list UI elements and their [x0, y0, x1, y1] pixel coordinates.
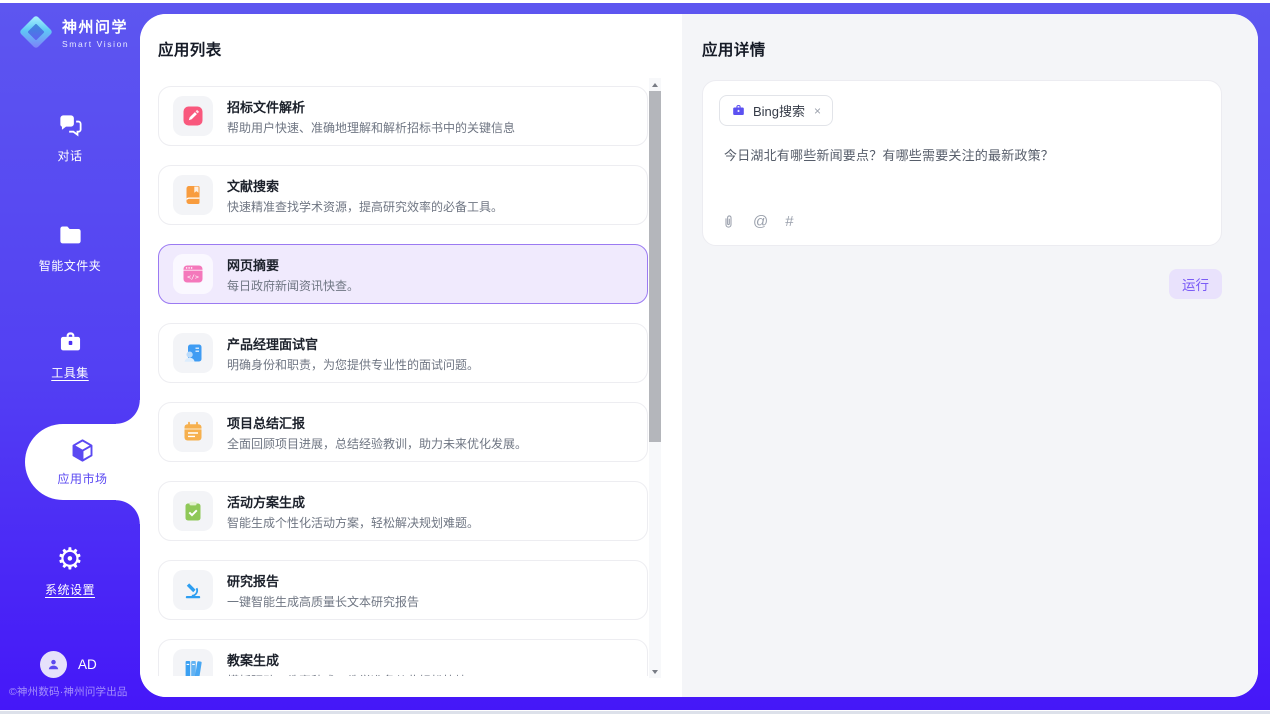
brand-logo: 神州问学 Smart Vision: [18, 14, 129, 50]
scrollbar-thumb[interactable]: [649, 91, 661, 442]
brand-name: 神州问学: [62, 16, 129, 37]
app-card-title: 项目总结汇报: [227, 413, 527, 432]
edit-square-icon: [173, 96, 213, 136]
app-card-4[interactable]: 产品经理面试官明确身份和职责，为您提供专业性的面试问题。: [158, 323, 648, 383]
app-card-description: 模板驱动，教案秒成，教学准备从此轻松快捷: [227, 672, 467, 677]
tool-tag-label: Bing搜索: [753, 101, 805, 120]
app-detail-title: 应用详情: [702, 38, 766, 60]
sidebar-item-4[interactable]: 应用市场: [25, 424, 140, 500]
app-frame: 神州问学 Smart Vision 对话智能文件夹工具集应用市场 ⚙ 系统设置 AD…: [0, 3, 1270, 710]
brand-diamond-icon: [18, 14, 54, 50]
microscope-icon: [173, 570, 213, 610]
app-detail-panel: 应用详情 Bing搜索 × 今日湖北有哪些新闻要点？有哪些需要关注的最新政策？ …: [682, 14, 1258, 697]
gear-icon: ⚙: [57, 546, 84, 573]
app-card-description: 帮助用户快速、准确地理解和解析招标书中的关键信息: [227, 119, 515, 136]
user-label: AD: [78, 657, 97, 672]
browser-code-icon: </>: [173, 254, 213, 294]
book-icon: [173, 175, 213, 215]
app-list-title: 应用列表: [158, 38, 222, 60]
avatar: [40, 651, 67, 678]
app-card-title: 研究报告: [227, 571, 419, 590]
scroll-down-button[interactable]: [649, 665, 661, 678]
sidebar-item-3[interactable]: 工具集: [0, 329, 140, 381]
app-card-7[interactable]: 研究报告一键智能生成高质量长文本研究报告: [158, 560, 648, 620]
tool-tag-bing-search[interactable]: Bing搜索 ×: [719, 95, 833, 126]
run-button[interactable]: 运行: [1169, 269, 1222, 299]
sidebar-item-1[interactable]: 对话: [0, 112, 140, 164]
app-card-description: 全面回顾项目进展，总结经验教训，助力未来优化发展。: [227, 435, 527, 452]
query-text: 今日湖北有哪些新闻要点？有哪些需要关注的最新政策？: [724, 145, 1054, 164]
scroll-down-icon: [652, 670, 658, 674]
paperclip-icon[interactable]: [721, 213, 736, 230]
chat-icon: [57, 112, 84, 139]
app-card-title: 教案生成: [227, 650, 467, 669]
app-card-title: 招标文件解析: [227, 97, 515, 116]
sidebar-item-label: 系统设置: [45, 581, 95, 598]
sidebar-item-label: 对话: [57, 147, 82, 164]
app-card-6[interactable]: 活动方案生成智能生成个性化活动方案，轻松解决规划难题。: [158, 481, 648, 541]
sidebar-item-label: 工具集: [51, 364, 89, 381]
app-card-title: 产品经理面试官: [227, 334, 479, 353]
close-icon[interactable]: ×: [814, 104, 821, 118]
app-card-3[interactable]: </> 网页摘要每日政府新闻资讯快查。: [158, 244, 648, 304]
cube-icon: [69, 437, 96, 464]
interview-icon: [173, 333, 213, 373]
person-icon: [46, 657, 61, 672]
app-list-panel: 应用列表 招标文件解析帮助用户快速、准确地理解和解析招标书中的关键信息文献搜索快…: [140, 14, 682, 697]
app-card-8[interactable]: 教案生成模板驱动，教案秒成，教学准备从此轻松快捷: [158, 639, 648, 676]
app-card-description: 快速精准查找学术资源，提高研究效率的必备工具。: [227, 198, 503, 215]
briefcase-icon: [731, 103, 746, 118]
input-toolbar: @#: [721, 213, 794, 230]
user-account[interactable]: AD: [40, 651, 97, 678]
sidebar-item-5[interactable]: ⚙ 系统设置: [0, 546, 140, 598]
brand-subtitle: Smart Vision: [62, 39, 129, 49]
app-card-description: 明确身份和职责，为您提供专业性的面试问题。: [227, 356, 479, 373]
sidebar-item-label: 应用市场: [57, 470, 107, 487]
report-icon: [173, 412, 213, 452]
clipboard-check-icon: [173, 491, 213, 531]
app-card-2[interactable]: 文献搜索快速精准查找学术资源，提高研究效率的必备工具。: [158, 165, 648, 225]
app-card-description: 一键智能生成高质量长文本研究报告: [227, 593, 419, 610]
at-icon[interactable]: @: [753, 213, 768, 230]
scroll-up-icon: [652, 83, 658, 87]
app-list: 招标文件解析帮助用户快速、准确地理解和解析招标书中的关键信息文献搜索快速精准查找…: [158, 86, 648, 676]
sidebar-item-label: 智能文件夹: [39, 257, 102, 274]
app-card-5[interactable]: 项目总结汇报全面回顾项目进展，总结经验教训，助力未来优化发展。: [158, 402, 648, 462]
sidebar-item-2[interactable]: 智能文件夹: [0, 222, 140, 274]
svg-text:</>: </>: [187, 273, 199, 281]
app-card-1[interactable]: 招标文件解析帮助用户快速、准确地理解和解析招标书中的关键信息: [158, 86, 648, 146]
app-list-scrollbar[interactable]: [649, 78, 661, 678]
app-card-description: 智能生成个性化活动方案，轻松解决规划难题。: [227, 514, 479, 531]
sidebar: 神州问学 Smart Vision 对话智能文件夹工具集应用市场 ⚙ 系统设置 AD…: [0, 3, 140, 710]
app-card-title: 网页摘要: [227, 255, 359, 274]
folder-icon: [57, 222, 84, 249]
app-card-title: 文献搜索: [227, 176, 503, 195]
toolbox-icon: [57, 329, 84, 356]
hash-icon[interactable]: #: [785, 213, 793, 230]
scroll-up-button[interactable]: [649, 78, 661, 91]
app-card-description: 每日政府新闻资讯快查。: [227, 277, 359, 294]
sidebar-footer: ©神州数码·神州问学出品: [9, 684, 128, 699]
books-icon: [173, 649, 213, 676]
content-area: 应用列表 招标文件解析帮助用户快速、准确地理解和解析招标书中的关键信息文献搜索快…: [140, 14, 1258, 697]
query-input-card[interactable]: Bing搜索 × 今日湖北有哪些新闻要点？有哪些需要关注的最新政策？ @#: [702, 80, 1222, 246]
app-card-title: 活动方案生成: [227, 492, 479, 511]
